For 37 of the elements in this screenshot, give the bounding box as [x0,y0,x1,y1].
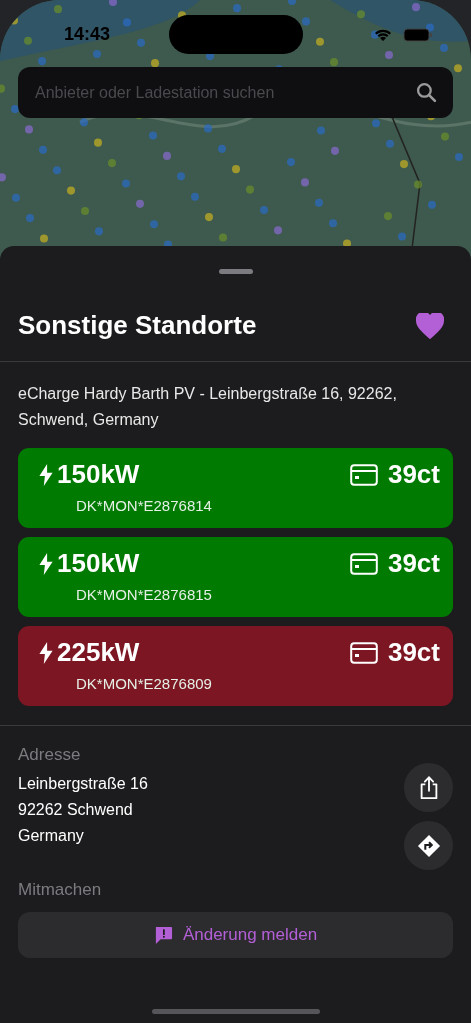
wifi-icon [373,27,393,42]
address-line: 92262 Schwend [18,800,134,820]
heart-icon[interactable] [416,312,444,339]
lightning-icon [39,641,53,664]
price-text: 39ct [387,548,440,579]
battery-icon [403,27,433,42]
address-line: Germany [18,826,85,846]
connector-card[interactable]: 225kW 39ct DK*MON*E2876809 [18,626,453,706]
connector-id: DK*MON*E2876809 [76,675,213,692]
search-field[interactable]: Anbieter oder Ladestation suchen [18,67,453,118]
price-text: 39ct [387,637,440,668]
sheet-handle[interactable] [218,269,253,274]
power-rating: 225kW [57,637,141,668]
connector-id: DK*MON*E2876815 [76,586,213,603]
address-line: Leinbergstraße 16 [18,774,148,794]
search-icon[interactable] [416,82,437,103]
sheet-title: Sonstige Standorte [18,310,257,341]
connector-id: DK*MON*E2876814 [76,497,213,514]
directions-button[interactable] [404,821,453,870]
connector-card[interactable]: 150kW 39ct DK*MON*E2876815 [18,537,453,617]
card-icon [349,463,378,486]
lightning-icon [39,463,53,486]
alert-bubble-icon [153,925,173,945]
directions-icon [416,833,441,858]
location-text: eCharge Hardy Barth PV - Leinbergstraße 16, 92262, Schwend, Germany [17,384,398,430]
share-button[interactable] [404,763,453,812]
report-change-button[interactable]: Änderung melden [18,912,453,958]
connector-card[interactable]: 150kW 39ct DK*MON*E2876814 [18,448,453,528]
card-icon [349,641,378,664]
clock: 14:43 [64,24,111,45]
power-rating: 150kW [57,459,141,490]
power-rating: 150kW [57,548,141,579]
section-label: Mitmachen [17,880,103,900]
card-icon [349,552,378,575]
section-label: Adresse [18,745,82,765]
lightning-icon [39,552,53,575]
price-text: 39ct [387,459,440,490]
